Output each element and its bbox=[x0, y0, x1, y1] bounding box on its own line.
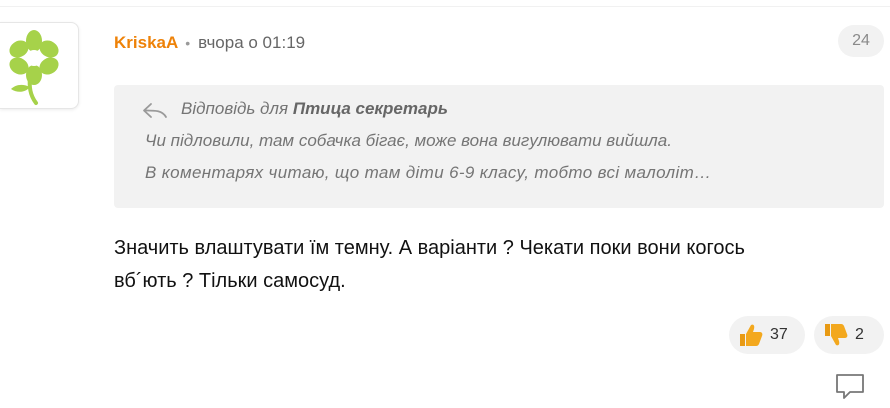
comment-bubble-icon[interactable] bbox=[834, 372, 866, 402]
thumbs-down-icon bbox=[825, 324, 848, 346]
reply-prefix: Відповідь для bbox=[181, 99, 289, 118]
quote-line: Чи підловили, там собачка бігає, може во… bbox=[145, 131, 672, 150]
like-button[interactable]: 37 bbox=[729, 316, 805, 354]
comment-timestamp[interactable]: вчора о 01:19 bbox=[198, 33, 305, 53]
quote-line: В коментарях читаю, що там діти 6-9 клас… bbox=[145, 163, 712, 182]
dislike-count: 2 bbox=[855, 326, 864, 343]
thumbs-up-icon bbox=[740, 324, 763, 346]
reply-to-user[interactable]: Птица секретарь bbox=[293, 99, 448, 118]
reply-to-label: Відповідь для Птица секретарь bbox=[181, 99, 448, 119]
comment-body: Значить влаштувати їм темну. А варіанти … bbox=[114, 232, 884, 298]
comment-body-line: вб´ють ? Тільки самосуд. bbox=[114, 270, 346, 292]
flower-icon bbox=[9, 30, 59, 105]
separator-dot: • bbox=[185, 35, 191, 51]
comment-body-line: Значить влаштувати їм темну. А варіанти … bbox=[114, 237, 745, 259]
dislike-button[interactable]: 2 bbox=[814, 316, 884, 354]
comment-header: KriskaA • вчора о 01:19 bbox=[114, 32, 305, 54]
like-count: 37 bbox=[770, 326, 788, 343]
reply-arrow-icon bbox=[143, 103, 167, 118]
avatar[interactable] bbox=[0, 22, 79, 109]
author-name[interactable]: KriskaA bbox=[114, 33, 178, 53]
top-divider bbox=[0, 0, 890, 7]
reply-count-badge[interactable]: 24 bbox=[838, 25, 884, 57]
quoted-reply[interactable]: Відповідь для Птица секретарь Чи підлови… bbox=[114, 85, 884, 208]
